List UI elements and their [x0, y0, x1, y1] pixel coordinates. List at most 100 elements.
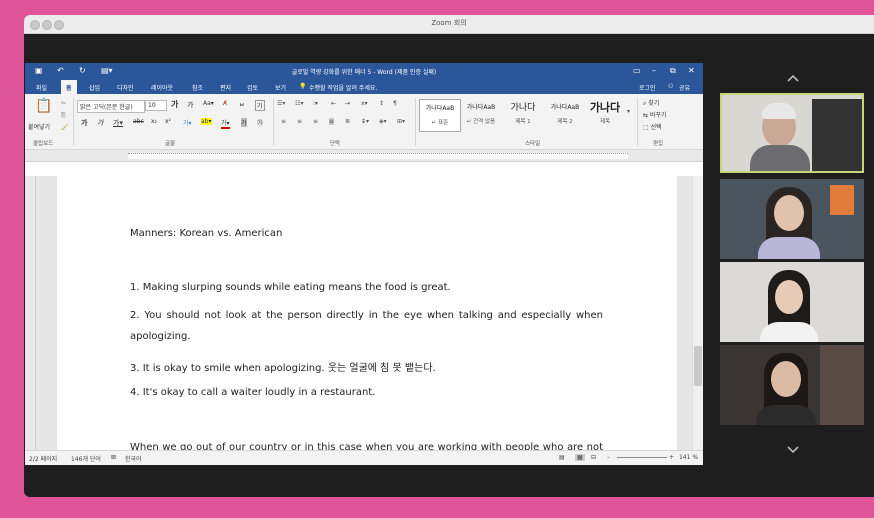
decrease-indent-icon[interactable]: ⇤	[331, 100, 336, 107]
clipboard-icon[interactable]: 📋	[35, 98, 52, 114]
text-effects-icon[interactable]: 가▾	[183, 118, 192, 127]
char-border-icon[interactable]: 가	[255, 100, 265, 111]
zoom-out-icon[interactable]: –	[607, 454, 610, 461]
highlight-icon[interactable]: ab▾	[201, 118, 212, 125]
italic-button[interactable]: 가	[97, 118, 103, 128]
justify-icon[interactable]: ≡	[329, 118, 335, 125]
document-page[interactable]: Manners: Korean vs. American 1. Making s…	[57, 176, 677, 451]
shrink-font-button[interactable]: 가	[187, 100, 193, 110]
superscript-button[interactable]: x²	[165, 118, 171, 125]
group-font-label: 글꼴	[165, 141, 176, 147]
chevron-down-icon[interactable]	[786, 443, 800, 457]
replace-button[interactable]: ⇆ 바꾸기	[643, 110, 667, 119]
tab-insert[interactable]: 삽입	[89, 83, 100, 92]
asian-layout-icon[interactable]: ⅹ▾	[361, 100, 368, 107]
tab-references[interactable]: 참조	[192, 83, 203, 92]
ribbon-home: 📋 붙여넣기 ✂ ⎘ 🖌 클립보드 맑은 고딕(본문 한글) 10 가 가 Aa…	[25, 94, 703, 150]
proofing-icon[interactable]: ⊠	[111, 454, 116, 461]
document-area[interactable]: Manners: Korean vs. American 1. Making s…	[25, 176, 703, 451]
zoom-slider[interactable]	[617, 457, 667, 458]
shared-word-window[interactable]: ▣ ↶ ↻ ▤▾ 글로벌 역량 강화를 위한 매너 5 - Word (제품 인…	[25, 63, 703, 465]
ribbon-display-icon[interactable]: ▭	[633, 66, 641, 75]
underline-button[interactable]: 가▾	[113, 118, 123, 128]
sort-icon[interactable]: ↕	[379, 100, 384, 107]
style-title[interactable]: 가나다 제목	[585, 99, 625, 130]
numbering-icon[interactable]: ☷▾	[295, 100, 303, 107]
tab-home[interactable]: 홈	[61, 80, 77, 94]
word-count[interactable]: 146개 단어	[71, 454, 101, 463]
web-layout-icon[interactable]: ⊟	[591, 454, 596, 461]
font-name-box[interactable]: 맑은 고딕(본문 한글)	[77, 100, 145, 113]
select-label: 선택	[650, 124, 662, 131]
copy-icon[interactable]: ⎘	[61, 112, 66, 120]
shading-icon[interactable]: ◈▾	[379, 118, 387, 125]
share-button[interactable]: 공유	[679, 83, 690, 92]
tab-design[interactable]: 디자인	[117, 83, 134, 92]
bullets-icon[interactable]: ☰▾	[277, 100, 285, 107]
cut-icon[interactable]: ✂	[61, 100, 66, 107]
tab-file[interactable]: 파일	[36, 83, 47, 92]
format-painter-icon[interactable]: 🖌	[61, 124, 69, 131]
participant-body	[756, 405, 816, 425]
find-button[interactable]: ⌕ 찾기	[643, 98, 659, 108]
enclose-char-icon[interactable]: ㉮	[257, 118, 263, 127]
styles-more-icon[interactable]: ▾	[627, 108, 630, 115]
align-left-icon[interactable]: ≡	[281, 118, 286, 125]
zoom-level[interactable]: 141 %	[679, 454, 698, 461]
char-shading-icon[interactable]: 가	[241, 118, 247, 127]
page-count[interactable]: 2/2 페이지	[29, 454, 57, 463]
font-color-icon[interactable]: 가▾	[221, 118, 230, 129]
vertical-ruler[interactable]	[25, 176, 36, 451]
participant-face	[775, 280, 803, 314]
sign-in-link[interactable]: 로그인	[639, 83, 656, 92]
group-paragraph-label: 단락	[330, 141, 341, 147]
chevron-up-icon[interactable]	[786, 71, 800, 85]
align-right-icon[interactable]: ≡	[313, 118, 318, 125]
tab-view[interactable]: 보기	[275, 83, 286, 92]
show-marks-icon[interactable]: ¶	[393, 100, 397, 107]
zoom-in-icon[interactable]: +	[669, 454, 674, 461]
increase-indent-icon[interactable]: ⇥	[345, 100, 350, 107]
language-label[interactable]: 한국어	[125, 454, 142, 463]
participant-video-1[interactable]	[720, 93, 864, 173]
participant-face	[771, 361, 801, 397]
participant-video-2[interactable]	[720, 179, 864, 259]
participant-video-3[interactable]	[720, 262, 864, 342]
select-button[interactable]: ⬚ 선택	[643, 122, 662, 131]
print-layout-icon[interactable]: ▦	[575, 454, 585, 461]
close-icon[interactable]: ✕	[688, 66, 695, 75]
font-size-box[interactable]: 10	[145, 100, 167, 111]
align-center-icon[interactable]: ≡	[297, 118, 302, 125]
participant-face	[774, 195, 804, 231]
doc-item-2-cont: apologizing.	[130, 331, 191, 342]
horizontal-ruler[interactable]	[25, 150, 703, 162]
grow-font-button[interactable]: 가	[171, 99, 178, 110]
paste-button[interactable]: 붙여넣기	[28, 122, 50, 131]
change-case-icon[interactable]: Aa▾	[203, 100, 214, 107]
tell-me-box[interactable]: 수행할 작업을 알려 주세요.	[309, 83, 377, 92]
doc-item-2: 2. You should not look at the person dir…	[130, 310, 603, 321]
read-mode-icon[interactable]: ▤	[559, 454, 565, 461]
scroll-thumb[interactable]	[694, 346, 702, 386]
style-normal[interactable]: 가나다AaB ↵ 표준	[419, 99, 461, 132]
participant-video-4[interactable]	[720, 345, 864, 425]
vertical-scrollbar[interactable]	[692, 176, 703, 451]
restore-icon[interactable]: ⧉	[670, 66, 676, 76]
tab-review[interactable]: 검토	[247, 83, 258, 92]
style-heading-2[interactable]: 가나다AaB 제목 2	[545, 99, 585, 130]
phonetic-guide-icon[interactable]: ㅂ	[239, 100, 245, 109]
bold-button[interactable]: 가	[81, 118, 87, 128]
minimize-icon[interactable]: –	[652, 66, 656, 75]
clear-format-icon[interactable]: A̸	[223, 100, 227, 107]
style-heading-1[interactable]: 가나다 제목 1	[503, 99, 543, 130]
borders-icon[interactable]: ⊞▾	[397, 118, 405, 125]
strikethrough-button[interactable]: abc	[133, 118, 144, 125]
style-no-spacing[interactable]: 가나다AaB ↵ 간격 없음	[461, 99, 501, 130]
tab-layout[interactable]: 레이아웃	[151, 83, 173, 92]
distributed-icon[interactable]: ≣	[345, 118, 350, 125]
subscript-button[interactable]: x₂	[151, 118, 157, 125]
line-spacing-icon[interactable]: ↨▾	[361, 118, 369, 125]
tab-mailings[interactable]: 편지	[220, 83, 231, 92]
multilevel-icon[interactable]: ⁝▾	[313, 100, 318, 107]
style-name: 제목 2	[557, 119, 573, 125]
